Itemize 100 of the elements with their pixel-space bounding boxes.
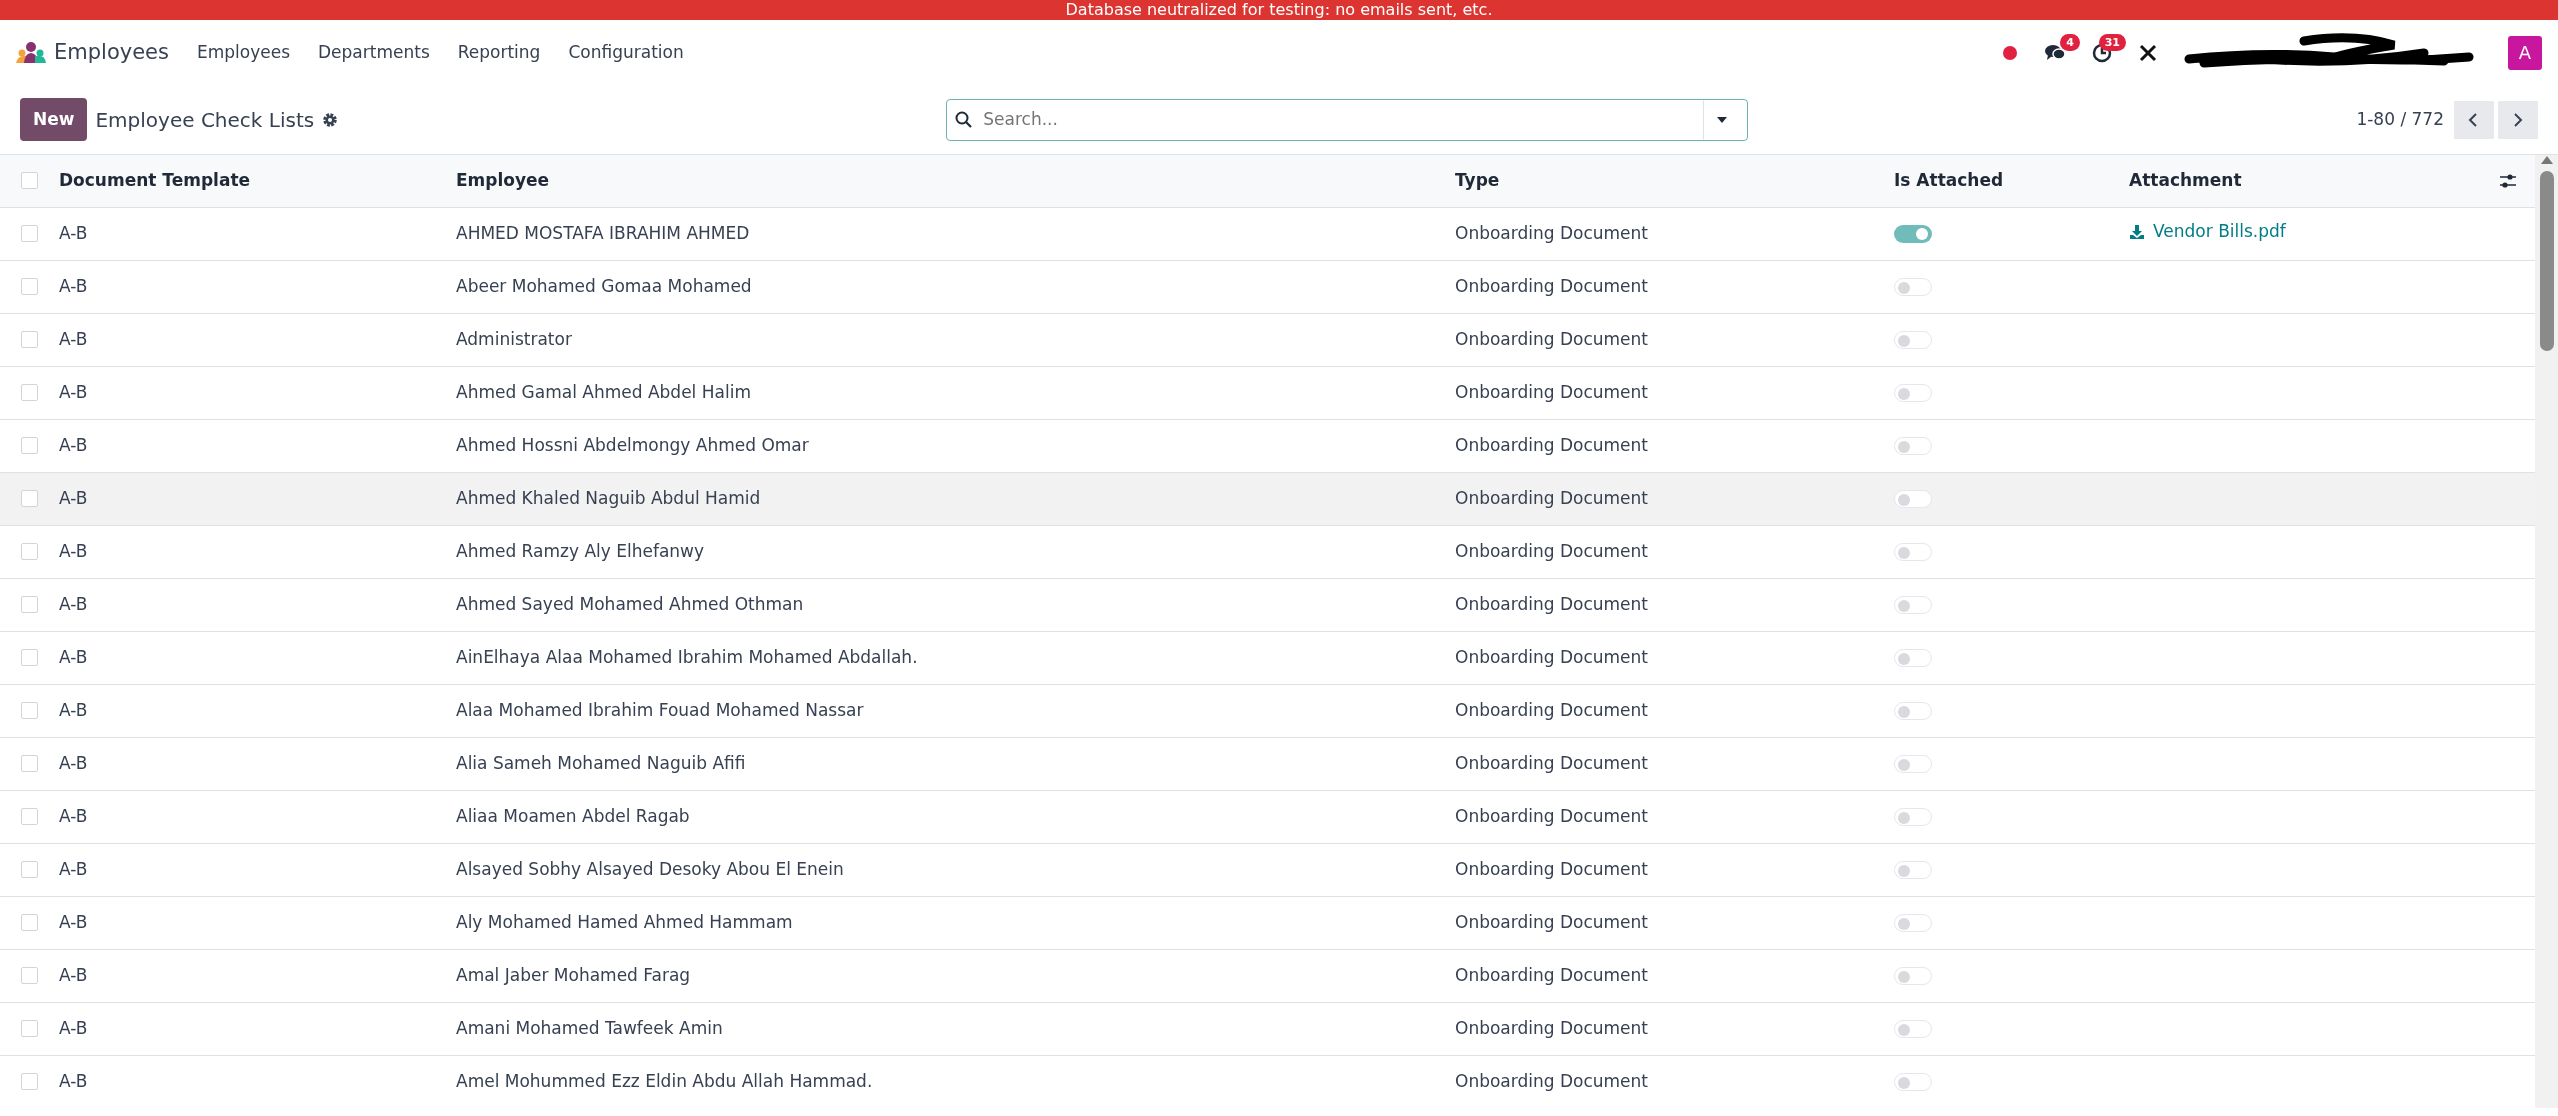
attachment-link[interactable]: Vendor Bills.pdf [2129,219,2286,245]
toggle-switch[interactable] [1894,701,1932,720]
toggle-switch[interactable] [1894,542,1932,561]
page-title: Employee Check Lists [95,106,315,134]
table-cell: Ahmed Sayed Mohamed Ahmed Othman [456,593,804,614]
table-cell: Onboarding Document [1455,540,1648,561]
table-row[interactable]: A-B Amani Mohamed Tawfeek Amin Onboarding Document [0,1002,2535,1055]
chat-icon[interactable] [2044,42,2066,63]
toggle-switch[interactable] [1894,436,1932,455]
row-checkbox[interactable] [21,914,38,931]
table-row[interactable]: A-B AHMED MOSTAFA IBRAHIM AHMED Onboarding Document Vendor Bills.pdf [0,207,2535,260]
column-header[interactable]: Document Template [59,170,251,190]
table-cell: Onboarding Document [1455,1017,1648,1038]
table-row[interactable]: A-B Administrator Onboarding Document [0,313,2535,366]
table-cell: A-B [59,434,88,455]
gear-icon[interactable] [322,111,339,128]
table-cell: Onboarding Document [1455,434,1648,455]
table-cell: A-B [59,752,88,773]
table-cell: A-B [59,222,88,243]
table-row[interactable]: A-B Amel Mohummed Ezz Eldin Abdu Allah Hammad. Onboarding Document [0,1055,2535,1108]
table-row[interactable]: A-B Ahmed Sayed Mohamed Ahmed Othman Onboarding Document [0,578,2535,631]
table-cell: Alia Sameh Mohamed Naguib Afifi [456,752,746,773]
row-checkbox[interactable] [21,649,38,666]
app-logo-icon[interactable] [16,40,46,65]
column-header[interactable]: Type [1455,170,1500,190]
new-button[interactable]: New [20,97,88,142]
toggle-switch[interactable] [1894,595,1932,614]
row-checkbox[interactable] [21,755,38,772]
row-checkbox[interactable] [21,490,38,507]
table-row[interactable]: A-B Ahmed Gamal Ahmed Abdel Halim Onboarding Document [0,366,2535,419]
table-row[interactable]: A-B AinElhaya Alaa Mohamed Ibrahim Mohamed Abdallah. Onboarding Document [0,631,2535,684]
column-header[interactable]: Employee [456,170,550,190]
row-checkbox[interactable] [21,702,38,719]
row-checkbox[interactable] [21,384,38,401]
toggle-switch[interactable] [1894,277,1932,296]
scrollbar-thumb[interactable] [2539,171,2554,351]
column-header[interactable]: Attachment [2129,170,2242,190]
row-checkbox[interactable] [21,331,38,348]
table-row[interactable]: A-B Ahmed Khaled Naguib Abdul Hamid Onboarding Document [0,472,2535,525]
select-all-checkbox[interactable] [21,172,38,190]
column-header[interactable]: Is Attached [1894,170,2004,190]
row-checkbox[interactable] [21,543,38,560]
status-dot-icon[interactable] [2002,44,2018,61]
menu-item[interactable]: Reporting [457,39,541,66]
table-row[interactable]: A-B Alsayed Sobhy Alsayed Desoky Abou El Enein Onboarding Document [0,843,2535,896]
table-row[interactable]: A-B Alaa Mohamed Ibrahim Fouad Mohamed Nassar Onboarding Document [0,684,2535,737]
toggle-switch[interactable] [1894,807,1932,826]
table-row[interactable]: A-B Aliaa Moamen Abdel Ragab Onboarding Document [0,790,2535,843]
table-cell: A-B [59,858,88,879]
menu-item[interactable]: Employees [196,39,290,66]
table-cell: Administrator [456,328,572,349]
row-checkbox[interactable] [21,437,38,454]
toggle-switch[interactable] [1894,860,1932,879]
menu-item[interactable]: Configuration [568,39,684,66]
row-checkbox[interactable] [21,1020,38,1037]
row-checkbox[interactable] [21,1073,38,1091]
table-row[interactable]: A-B Alia Sameh Mohamed Naguib Afifi Onboarding Document [0,737,2535,790]
table-cell: Ahmed Ramzy Aly Elhefanwy [456,540,705,561]
row-checkbox[interactable] [21,967,38,984]
row-checkbox[interactable] [21,278,38,295]
toggle-switch[interactable] [1894,966,1932,985]
next-page-button[interactable] [2498,100,2538,139]
activity-count-badge: 31 [2098,33,2126,51]
toggle-switch[interactable] [1894,1019,1932,1038]
toggle-switch[interactable] [1894,224,1932,243]
toggle-switch[interactable] [1894,913,1932,932]
table-cell: Alaa Mohamed Ibrahim Fouad Mohamed Nassar [456,699,864,720]
previous-page-button[interactable] [2454,100,2494,139]
table-cell: Onboarding Document [1455,487,1648,508]
download-icon [2129,224,2145,241]
toggle-switch[interactable] [1894,754,1932,773]
row-checkbox[interactable] [21,808,38,825]
column-settings-icon[interactable] [2499,173,2517,189]
table-row[interactable]: A-B Aly Mohamed Hamed Ahmed Hammam Onboarding Document [0,896,2535,949]
table-cell: A-B [59,275,88,296]
scrollbar[interactable] [2535,155,2558,1108]
table-cell: Amel Mohummed Ezz Eldin Abdu Allah Hammad. [456,1071,873,1091]
table-cell: Alsayed Sobhy Alsayed Desoky Abou El Enein [456,858,844,879]
toggle-switch[interactable] [1894,648,1932,667]
table-cell: A-B [59,964,88,985]
table-cell: Amani Mohamed Tawfeek Amin [456,1017,723,1038]
message-count-badge: 4 [2060,33,2080,51]
toggle-switch[interactable] [1894,489,1932,508]
app-name[interactable]: Employees [54,36,169,69]
caret-icon [1716,115,1729,124]
scroll-up-arrow-icon[interactable] [2539,155,2554,165]
toggle-switch[interactable] [1894,330,1932,349]
search-bar[interactable]: Search... [946,98,1749,141]
row-checkbox[interactable] [21,225,38,242]
table-cell: Abeer Mohamed Gomaa Mohamed [456,275,752,296]
row-checkbox[interactable] [21,596,38,613]
user-avatar[interactable]: A [2508,35,2542,70]
toggle-switch[interactable] [1894,1072,1932,1091]
menu-item[interactable]: Departments [318,39,430,66]
toggle-switch[interactable] [1894,383,1932,402]
table-row[interactable]: A-B Abeer Mohamed Gomaa Mohamed Onboarding Document [0,260,2535,313]
table-row[interactable]: A-B Amal Jaber Mohamed Farag Onboarding Document [0,949,2535,1002]
row-checkbox[interactable] [21,861,38,878]
table-cell: A-B [59,328,88,349]
table-row[interactable]: A-B Ahmed Ramzy Aly Elhefanwy Onboarding Document [0,525,2535,578]
